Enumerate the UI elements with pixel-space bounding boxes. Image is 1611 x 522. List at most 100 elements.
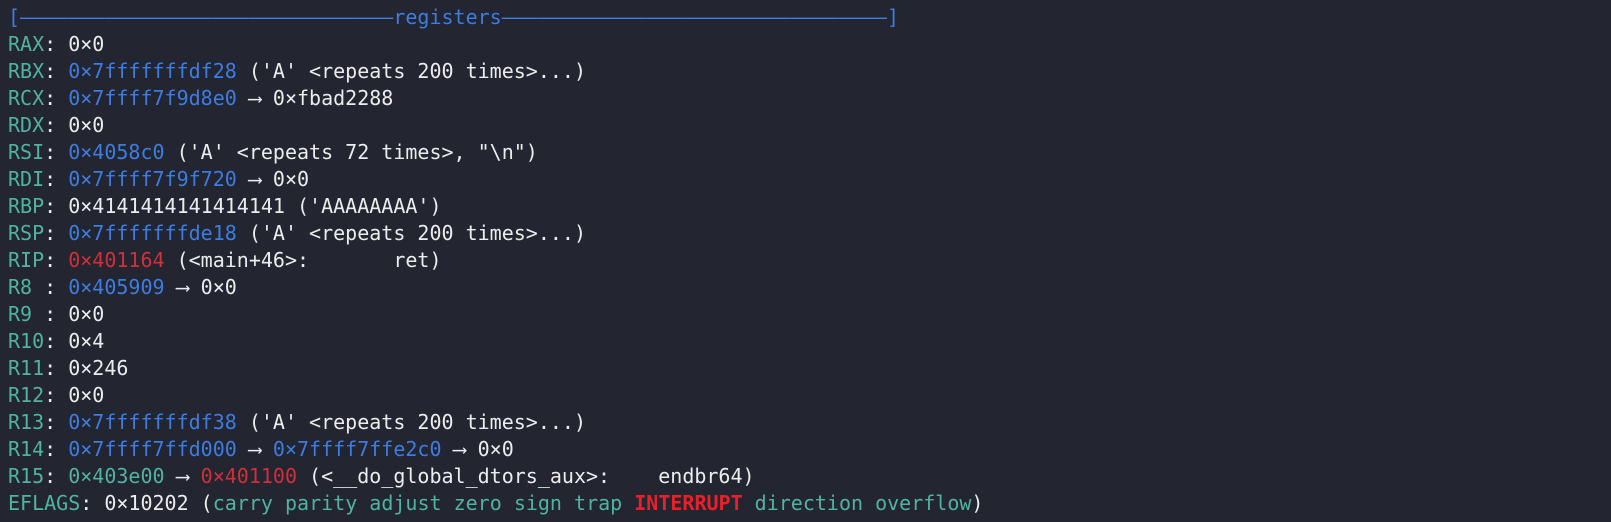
register-name: RIP: [8, 248, 45, 272]
registers-header: [———————————————————————————————register…: [8, 4, 1603, 31]
register-name: R10: [8, 329, 45, 353]
register-sep: :: [44, 113, 69, 137]
register-sep: :: [44, 383, 69, 407]
register-sep: :: [44, 86, 69, 110]
register-value-part: 0×0: [68, 32, 105, 56]
flag-parity: parity: [285, 491, 358, 515]
register-sep: :: [44, 248, 69, 272]
eflags-sep: :: [80, 491, 105, 515]
eflags-label: EFLAGS: [8, 491, 81, 515]
register-value-part: 0×401164: [68, 248, 165, 272]
header-right-bracket: ]: [887, 5, 900, 29]
register-row-rax: RAX: 0×0: [8, 31, 1603, 58]
register-value-part: 0×246: [68, 356, 129, 380]
flag-zero: zero: [453, 491, 502, 515]
eflags-open-paren: (: [188, 491, 213, 515]
register-sep: :: [44, 221, 69, 245]
eflags-value: 0×10202: [104, 491, 189, 515]
register-value-part: (<__do_global_dtors_aux>: endbr64): [297, 464, 755, 488]
eflags-close-paren: ): [971, 491, 984, 515]
register-name: RSI: [8, 140, 45, 164]
register-value-part: ⟶ 0×0: [164, 275, 237, 299]
register-row-rdx: RDX: 0×0: [8, 112, 1603, 139]
register-name: R12: [8, 383, 45, 407]
register-name: RSP: [8, 221, 45, 245]
register-name: RCX: [8, 86, 45, 110]
register-value-part: 0×4: [68, 329, 105, 353]
register-name: RAX: [8, 32, 45, 56]
register-sep: :: [44, 329, 69, 353]
register-sep: :: [44, 194, 69, 218]
register-value-part: 0×405909: [68, 275, 165, 299]
register-name: RDI: [8, 167, 45, 191]
register-value-part: ⟶: [236, 437, 273, 461]
register-value-part: ('A' <repeats 200 times>...): [236, 221, 586, 245]
register-value-part: ⟶ 0×fbad2288: [236, 86, 394, 110]
register-sep: :: [44, 410, 69, 434]
header-title: registers: [393, 5, 502, 29]
register-row-rsi: RSI: 0×4058c0 ('A' <repeats 72 times>, "…: [8, 139, 1603, 166]
register-value-part: 0×0: [68, 113, 105, 137]
register-value-part: ('A' <repeats 200 times>...): [236, 410, 586, 434]
register-value-part: 0×7ffff7ffe2c0: [272, 437, 442, 461]
header-left-bracket: [: [8, 5, 21, 29]
register-value-part: 0×7ffff7f9f720: [68, 167, 237, 191]
registers-panel: [———————————————————————————————register…: [0, 0, 1611, 517]
register-name: R9: [8, 302, 45, 326]
register-row-r11: R11: 0×246: [8, 355, 1603, 382]
register-sep: :: [44, 437, 69, 461]
register-value-part: 0×4058c0: [68, 140, 165, 164]
register-row-r15: R15: 0×403e00 ⟶ 0×401100 (<__do_global_d…: [8, 463, 1603, 490]
register-row-rdi: RDI: 0×7ffff7f9f720 ⟶ 0×0: [8, 166, 1603, 193]
register-value-part: 0×4141414141414141 ('AAAAAAAA'): [68, 194, 442, 218]
register-value-part: 0×7ffff7f9d8e0: [68, 86, 237, 110]
register-row-r10: R10: 0×4: [8, 328, 1603, 355]
register-name: R14: [8, 437, 45, 461]
register-sep: :: [44, 275, 69, 299]
register-sep: :: [44, 167, 69, 191]
register-value-part: 0×401100: [200, 464, 297, 488]
register-value-part: 0×7fffffffdf38: [68, 410, 237, 434]
register-sep: :: [44, 464, 69, 488]
register-value-part: 0×0: [68, 302, 105, 326]
flag-adjust: adjust: [369, 491, 442, 515]
flag-trap: trap: [574, 491, 623, 515]
flag-sign: sign: [513, 491, 562, 515]
register-value-part: 0×403e00: [68, 464, 165, 488]
register-row-rip: RIP: 0×401164 (<main+46>: ret): [8, 247, 1603, 274]
flag-overflow: overflow: [875, 491, 972, 515]
register-sep: :: [44, 356, 69, 380]
register-sep: :: [44, 59, 69, 83]
register-name: R15: [8, 464, 45, 488]
register-row-r9: R9 : 0×0: [8, 301, 1603, 328]
register-value-part: 0×7fffffffdf28: [68, 59, 237, 83]
register-row-rsp: RSP: 0×7fffffffde18 ('A' <repeats 200 ti…: [8, 220, 1603, 247]
register-name: RBX: [8, 59, 45, 83]
register-value-part: ⟶ 0×0: [236, 167, 310, 191]
register-value-part: (<main+46>: ret): [164, 248, 442, 272]
register-name: R8: [8, 275, 45, 299]
register-row-rcx: RCX: 0×7ffff7f9d8e0 ⟶ 0×fbad2288: [8, 85, 1603, 112]
register-row-r12: R12: 0×0: [8, 382, 1603, 409]
register-value-part: ⟶ 0×0: [441, 437, 514, 461]
register-list: RAX: 0×0 RBX: 0×7fffffffdf28 ('A' <repeat…: [8, 31, 1603, 490]
register-value-part: 0×7ffff7ffd000: [68, 437, 237, 461]
register-row-r13: R13: 0×7fffffffdf38 ('A' <repeats 200 ti…: [8, 409, 1603, 436]
header-rule-left: ———————————————————————————————: [20, 5, 394, 29]
register-value-part: 0×0: [68, 383, 105, 407]
flag-carry: carry: [212, 491, 273, 515]
register-name: RDX: [8, 113, 45, 137]
register-value-part: ('A' <repeats 72 times>, "\n"): [164, 140, 538, 164]
register-row-rbp: RBP: 0×4141414141414141 ('AAAAAAAA'): [8, 193, 1603, 220]
header-rule-right: ————————————————————————————————: [501, 5, 888, 29]
register-name: R13: [8, 410, 45, 434]
register-value-part: 0×7fffffffde18: [68, 221, 237, 245]
register-value-part: ⟶: [164, 464, 201, 488]
register-sep: :: [44, 140, 69, 164]
register-row-rbx: RBX: 0×7fffffffdf28 ('A' <repeats 200 ti…: [8, 58, 1603, 85]
eflags-flags: carry parity adjust zero sign trap INTER…: [213, 491, 972, 515]
register-sep: :: [44, 302, 69, 326]
register-value-part: ('A' <repeats 200 times>...): [236, 59, 586, 83]
register-sep: :: [44, 32, 69, 56]
flag-direction: direction: [754, 491, 864, 515]
